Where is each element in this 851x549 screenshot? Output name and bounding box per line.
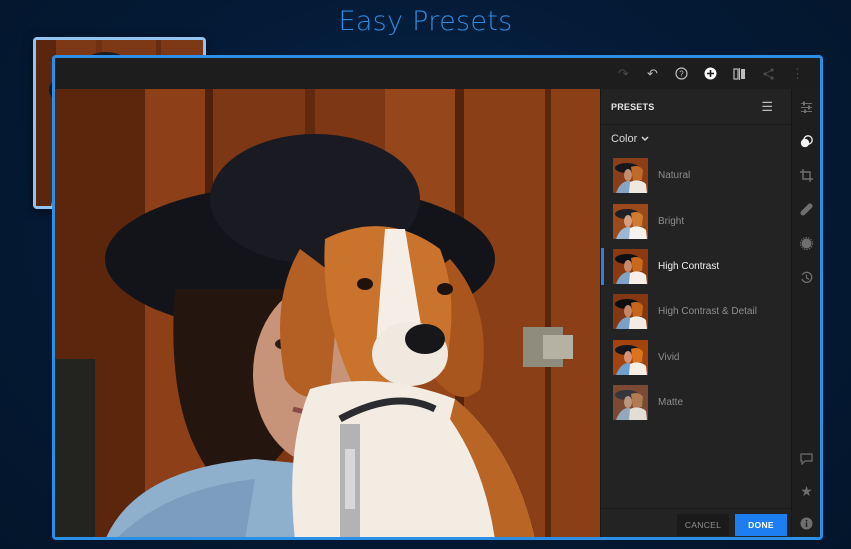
chevron-down-icon	[641, 136, 649, 142]
redo-icon[interactable]: ↷	[609, 58, 638, 89]
preset-thumbnail	[613, 385, 648, 421]
preset-thumbnail	[613, 339, 648, 375]
preset-item-matte[interactable]: Matte	[601, 380, 791, 425]
healing-brush-icon[interactable]	[792, 197, 820, 221]
undo-icon[interactable]: ↶	[638, 58, 667, 89]
preset-list: Natural Bright High Contrast High Contra…	[601, 151, 791, 425]
edit-sliders-icon[interactable]	[792, 95, 820, 119]
add-icon[interactable]	[696, 58, 725, 89]
preset-label: High Contrast & Detail	[658, 306, 757, 318]
panel-header: PRESETS ☰	[601, 89, 791, 125]
preset-item-high-contrast-detail[interactable]: High Contrast & Detail	[601, 289, 791, 334]
preset-label: High Contrast	[658, 260, 720, 272]
preset-thumbnail	[613, 158, 648, 194]
preset-label: Matte	[658, 397, 684, 409]
info-icon[interactable]	[792, 511, 820, 535]
preset-label: Bright	[658, 215, 685, 227]
presets-icon[interactable]	[792, 129, 820, 153]
preset-thumbnail	[613, 203, 648, 239]
versions-history-icon[interactable]	[792, 265, 820, 289]
more-icon[interactable]: ⋮	[783, 58, 812, 89]
done-button[interactable]: DONE	[735, 513, 787, 536]
presets-panel: PRESETS ☰ Color Natural Bright High Cont…	[600, 89, 791, 537]
selective-edit-icon[interactable]	[792, 231, 820, 255]
star-rating-icon[interactable]: ★	[792, 479, 820, 503]
svg-text:?: ?	[679, 70, 684, 79]
help-icon[interactable]: ?	[667, 58, 696, 89]
preset-item-bright[interactable]: Bright	[601, 198, 791, 243]
tool-rail: ★	[791, 89, 820, 537]
main-photo	[55, 89, 600, 537]
panel-footer: CANCEL DONE	[601, 508, 791, 537]
page-headline: Easy Presets	[338, 6, 513, 37]
top-toolbar: ↷ ↶ ? ⋮	[55, 58, 820, 89]
share-icon[interactable]	[754, 58, 783, 89]
crop-icon[interactable]	[792, 163, 820, 187]
preset-label: Natural	[658, 170, 691, 182]
panel-title: PRESETS	[611, 101, 655, 112]
preset-item-natural[interactable]: Natural	[601, 153, 791, 198]
preset-item-vivid[interactable]: Vivid	[601, 335, 791, 380]
app-window: ↷ ↶ ? ⋮ PRESETS ☰ Color Natural Bright H…	[52, 55, 823, 540]
preset-group-label: Color	[611, 133, 638, 145]
preset-thumbnail	[613, 248, 648, 284]
preset-group-dropdown[interactable]: Color	[601, 125, 791, 151]
menu-icon[interactable]: ☰	[761, 99, 773, 115]
preset-item-high-contrast[interactable]: High Contrast	[601, 244, 791, 289]
cancel-button[interactable]: CANCEL	[677, 513, 729, 536]
preset-label: Vivid	[658, 351, 680, 363]
preset-thumbnail	[613, 294, 648, 330]
compare-icon[interactable]	[725, 58, 754, 89]
comments-icon[interactable]	[792, 447, 820, 471]
